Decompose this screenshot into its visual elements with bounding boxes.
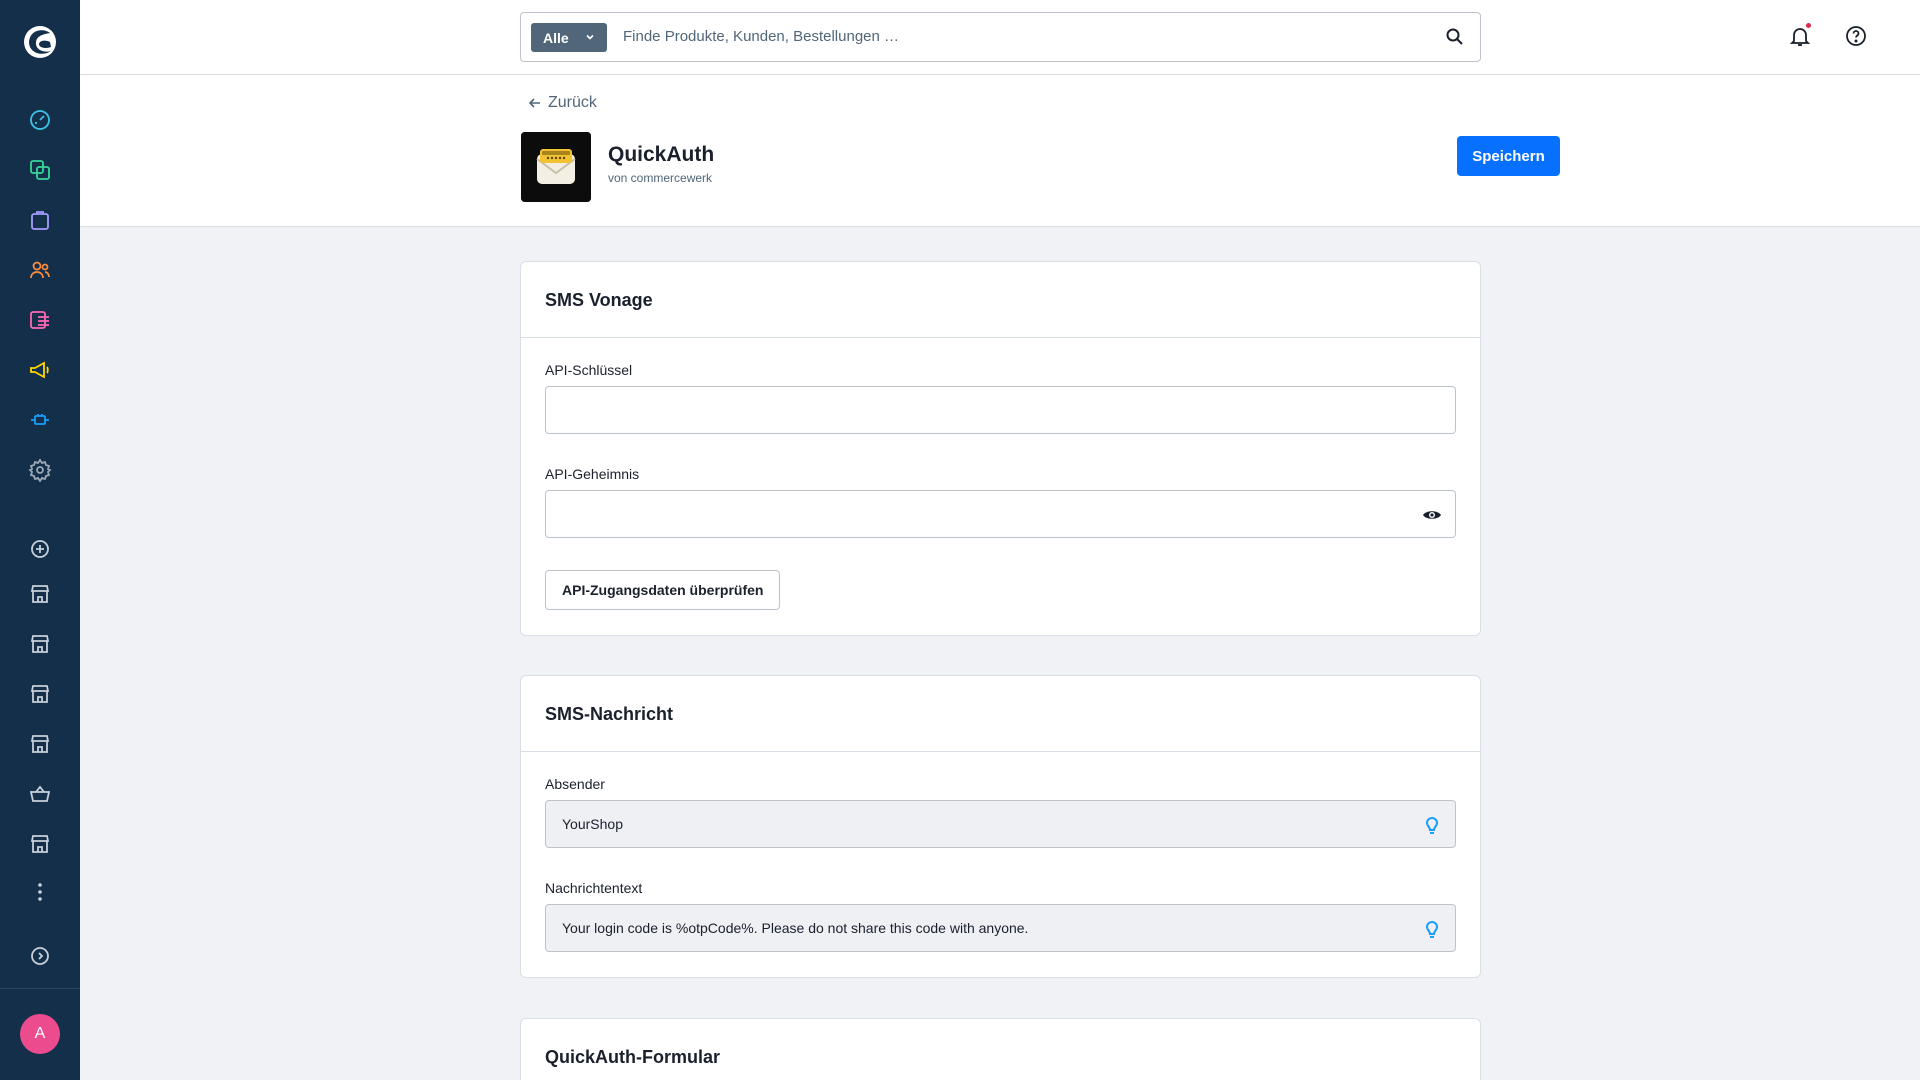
card-title: SMS Vonage	[521, 262, 1480, 338]
api-secret-input[interactable]	[545, 490, 1456, 538]
dashboard-icon[interactable]	[26, 106, 54, 134]
message-text-label: Nachrichtentext	[545, 880, 643, 896]
search-input[interactable]: Finde Produkte, Kunden, Bestellungen …	[623, 28, 899, 45]
search-scope-label: Alle	[543, 29, 569, 46]
sidebar-divider	[0, 988, 80, 989]
quickauth-form-card: QuickAuth-Formular	[520, 1018, 1481, 1080]
sender-label: Absender	[545, 776, 605, 792]
shopware-logo[interactable]	[20, 22, 60, 62]
storefront-icon[interactable]	[26, 580, 54, 608]
extensions-icon[interactable]	[26, 406, 54, 434]
topbar: Alle Finde Produkte, Kunden, Bestellunge…	[80, 0, 1920, 75]
page-header: Zurück QuickAuth von commercewerk Speich…	[80, 75, 1920, 227]
message-text-value: Your login code is %otpCode%. Please do …	[562, 920, 1029, 936]
orders-icon[interactable]	[26, 206, 54, 234]
sidebar: A	[0, 0, 80, 1080]
card-title: QuickAuth-Formular	[545, 1047, 721, 1067]
api-key-input[interactable]	[545, 386, 1456, 434]
sender-input[interactable]: YourShop	[545, 800, 1456, 848]
customers-icon[interactable]	[26, 256, 54, 284]
save-button[interactable]: Speichern	[1457, 136, 1560, 176]
add-sales-channel-icon[interactable]	[26, 535, 54, 563]
eye-icon[interactable]	[1421, 504, 1443, 526]
page-title: QuickAuth	[608, 143, 715, 166]
card-title: SMS-Nachricht	[521, 676, 1480, 752]
api-secret-label: API-Geheimnis	[545, 466, 640, 482]
more-icon[interactable]	[26, 878, 54, 906]
sender-value: YourShop	[562, 816, 623, 832]
search-scope-select[interactable]: Alle	[531, 23, 607, 52]
storefront-icon[interactable]	[26, 830, 54, 858]
message-text-input[interactable]: Your login code is %otpCode%. Please do …	[545, 904, 1456, 952]
sms-message-card: SMS-Nachricht Absender YourShop Nachrich…	[520, 675, 1481, 978]
storefront-icon[interactable]	[26, 630, 54, 658]
back-link-label: Zurück	[548, 94, 597, 111]
search-icon[interactable]	[1444, 26, 1466, 48]
settings-icon[interactable]	[26, 456, 54, 484]
basket-icon[interactable]	[26, 780, 54, 808]
marketing-icon[interactable]	[26, 356, 54, 384]
app-vendor: von commercewerk	[608, 171, 713, 185]
avatar[interactable]: A	[20, 1014, 60, 1054]
notifications-button[interactable]	[1784, 20, 1816, 52]
app-logo	[521, 132, 591, 202]
arrow-left-icon	[528, 98, 540, 108]
check-api-credentials-button[interactable]: API-Zugangsdaten überprüfen	[545, 570, 781, 610]
notification-badge	[1805, 22, 1812, 29]
api-key-label: API-Schlüssel	[545, 362, 633, 378]
catalog-icon[interactable]	[26, 156, 54, 184]
inheritance-icon[interactable]	[1421, 814, 1443, 836]
help-button[interactable]	[1840, 20, 1872, 52]
chevron-down-icon	[586, 34, 594, 40]
search-bar: Alle Finde Produkte, Kunden, Bestellunge…	[520, 12, 1481, 62]
storefront-icon[interactable]	[26, 680, 54, 708]
sms-vonage-card: SMS Vonage API-Schlüssel API-Geheimnis A…	[520, 261, 1481, 636]
expand-sidebar-icon[interactable]	[26, 942, 54, 970]
help-icon	[1846, 26, 1866, 46]
content-icon[interactable]	[26, 306, 54, 334]
inheritance-icon[interactable]	[1421, 918, 1443, 940]
back-link[interactable]: Zurück	[528, 94, 597, 112]
storefront-icon[interactable]	[26, 730, 54, 758]
